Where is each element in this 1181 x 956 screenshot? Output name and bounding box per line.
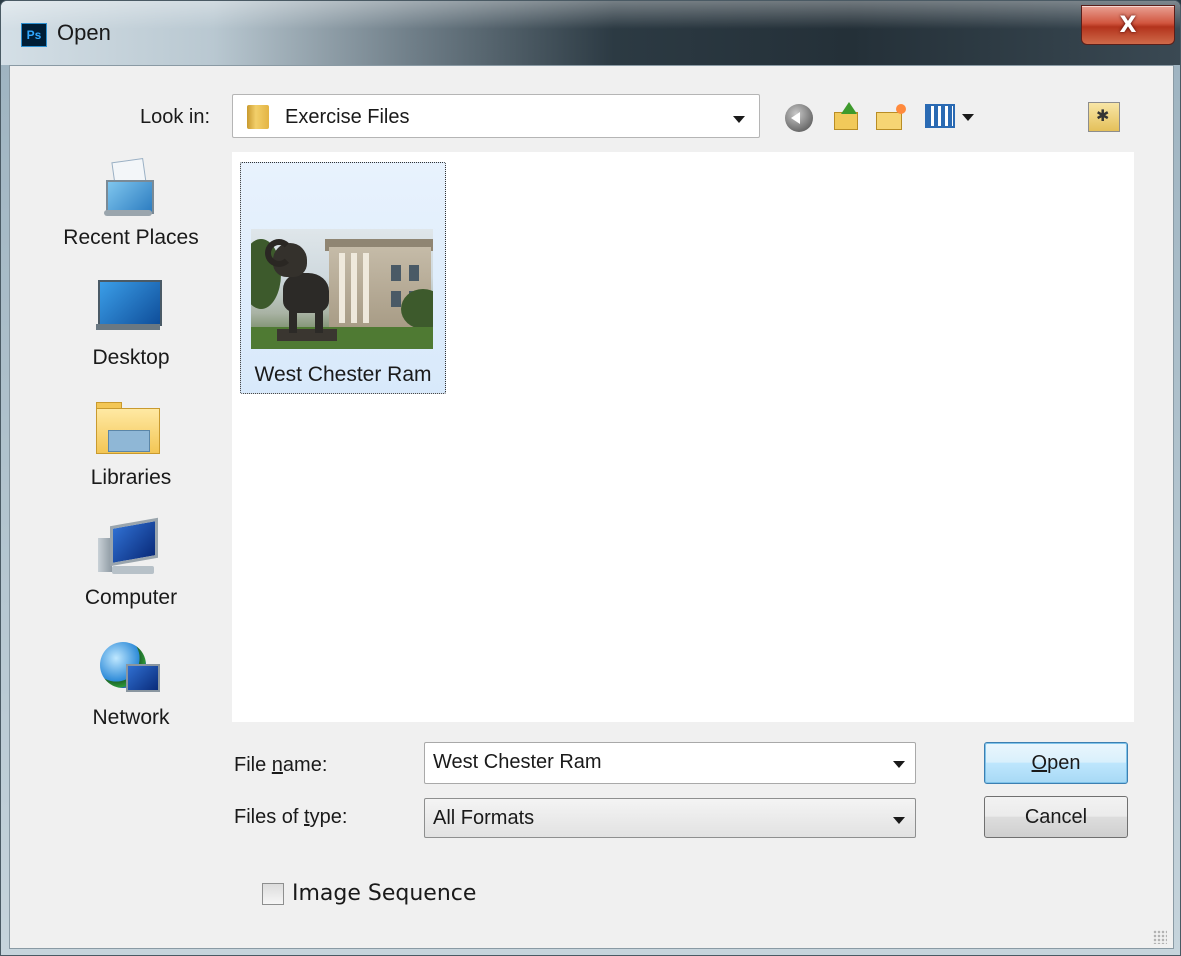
place-computer[interactable]: Computer — [44, 508, 218, 618]
close-icon: X — [1119, 12, 1137, 38]
places-bar: Recent Places Desktop Libraries Computer — [44, 148, 218, 838]
title-bar[interactable]: Ps Open X — [1, 1, 1180, 65]
resize-grip-icon[interactable] — [1153, 930, 1167, 944]
place-label: Libraries — [90, 466, 172, 489]
desktop-shortcut-icon[interactable] — [1088, 102, 1120, 132]
window-title: Open — [57, 20, 111, 45]
look-in-label: Look in: — [140, 106, 211, 128]
image-sequence-checkbox[interactable] — [262, 883, 284, 905]
chevron-down-icon — [733, 116, 745, 123]
look-in-value: Exercise Files — [285, 106, 410, 128]
place-desktop[interactable]: Desktop — [44, 268, 218, 378]
views-dropdown-arrow-icon[interactable] — [962, 114, 974, 121]
file-list[interactable]: West Chester Ram — [232, 152, 1134, 722]
file-thumbnail — [251, 229, 433, 349]
chevron-down-icon[interactable] — [893, 761, 905, 768]
file-name-label: West Chester Ram — [254, 363, 432, 386]
views-menu-icon[interactable] — [925, 104, 955, 128]
place-label: Network — [92, 706, 170, 729]
file-name-label: File name: — [234, 754, 328, 776]
cancel-button[interactable]: Cancel — [984, 796, 1128, 838]
folder-icon — [247, 105, 269, 129]
look-in-dropdown[interactable]: Exercise Files — [232, 94, 760, 138]
computer-icon — [96, 517, 162, 578]
place-label: Computer — [84, 586, 178, 609]
open-button[interactable]: Open — [984, 742, 1128, 784]
dialog-body: Look in: Exercise Files Recent Places — [9, 65, 1174, 949]
network-icon — [96, 638, 162, 698]
place-label: Recent Places — [63, 226, 199, 249]
back-icon[interactable] — [785, 104, 813, 132]
close-button[interactable]: X — [1081, 5, 1175, 45]
image-sequence-label[interactable]: Image Sequence — [292, 881, 476, 906]
files-of-type-dropdown[interactable]: All Formats — [424, 798, 916, 838]
file-item-west-chester-ram[interactable]: West Chester Ram — [240, 162, 446, 394]
open-dialog: Ps Open X Look in: Exercise Files ✱ Rece… — [0, 0, 1181, 956]
file-name-value: West Chester Ram — [433, 751, 602, 773]
files-of-type-label: Files of type: — [234, 806, 348, 828]
place-network[interactable]: Network — [44, 628, 218, 738]
files-of-type-value: All Formats — [433, 807, 535, 829]
place-label: Desktop — [92, 346, 170, 369]
new-folder-icon[interactable] — [876, 102, 906, 132]
recent-places-icon — [96, 157, 162, 218]
up-one-level-icon[interactable] — [832, 102, 862, 132]
desktop-icon — [96, 278, 162, 338]
libraries-icon — [96, 398, 162, 458]
place-libraries[interactable]: Libraries — [44, 388, 218, 498]
place-recent-places[interactable]: Recent Places — [44, 148, 218, 258]
photoshop-app-icon: Ps — [21, 23, 47, 47]
file-name-input[interactable]: West Chester Ram — [424, 742, 916, 784]
chevron-down-icon — [893, 817, 905, 824]
